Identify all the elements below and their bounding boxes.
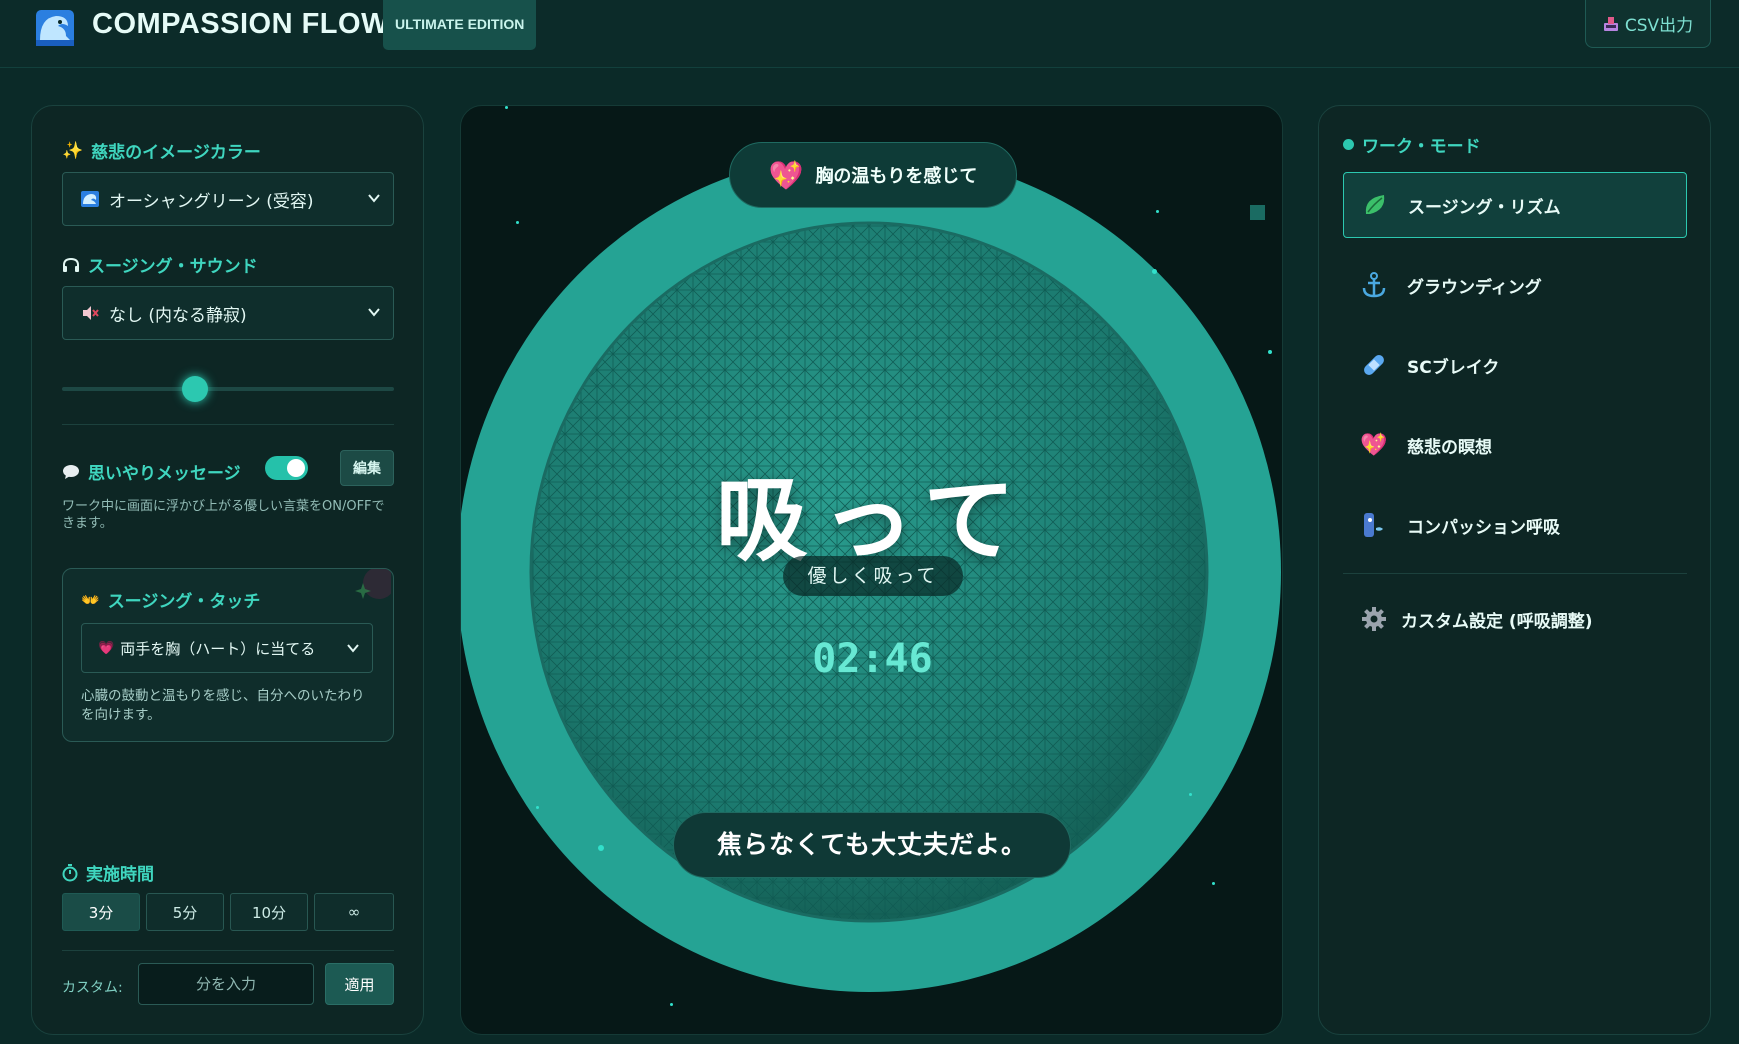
muted-speaker-icon bbox=[83, 306, 99, 320]
duration-section-label: 実施時間 bbox=[62, 860, 154, 885]
breathing-person-icon bbox=[1364, 513, 1383, 537]
touch-hint: 心臓の鼓動と温もりを感じ、自分へのいたわりを向けます。 bbox=[81, 688, 365, 723]
anchor-icon bbox=[1362, 272, 1386, 298]
mode-grounding[interactable]: グラウンディング bbox=[1343, 252, 1687, 318]
sparkles-icon: ✨ bbox=[62, 140, 84, 161]
touch-select[interactable]: 💗 両手を胸（ハート）に当てる bbox=[81, 623, 373, 673]
color-section-label: ✨ 慈悲のイメージカラー bbox=[62, 140, 261, 164]
chevron-down-icon bbox=[368, 194, 380, 203]
custom-minutes-input[interactable] bbox=[138, 963, 314, 1005]
duration-button-infinite[interactable]: ∞ bbox=[314, 893, 394, 931]
duration-button-10[interactable]: 10分 bbox=[230, 893, 308, 931]
duration-button-5[interactable]: 5分 bbox=[146, 893, 224, 931]
app-title: COMPASSION FLOW bbox=[92, 8, 389, 40]
chevron-down-icon bbox=[347, 644, 359, 653]
headphones-icon bbox=[63, 257, 79, 272]
message-section-label: 思いやりメッセージ bbox=[62, 459, 241, 484]
speech-bubble-icon bbox=[63, 464, 79, 479]
volume-slider-thumb[interactable] bbox=[181, 376, 208, 402]
app-header: COMPASSION FLOW ULTIMATE EDITION CSV出力 bbox=[0, 0, 1739, 68]
particle-square bbox=[1250, 205, 1265, 220]
sound-select-value: なし (内なる静寂) bbox=[109, 305, 247, 326]
mode-soothing-rhythm[interactable]: スージング・リズム bbox=[1343, 172, 1687, 238]
csv-button-label: CSV出力 bbox=[1624, 16, 1694, 36]
duration-button-3[interactable]: 3分 bbox=[62, 893, 140, 931]
sound-section-label: スージング・サウンド bbox=[62, 252, 258, 277]
toggle-knob bbox=[287, 459, 305, 477]
mode-section-label: ワーク・モード bbox=[1343, 132, 1481, 157]
wave-logo-icon bbox=[36, 10, 74, 46]
soothing-touch-card: 👐 スージング・タッチ 💗 両手を胸（ハート）に当てる 心臓の鼓動と温もりを感じ… bbox=[62, 568, 394, 742]
particle bbox=[670, 1003, 673, 1006]
particle bbox=[536, 806, 539, 809]
particle bbox=[1156, 210, 1159, 213]
mode-compassion-breathing[interactable]: コンパッション呼吸 bbox=[1343, 492, 1687, 558]
chevron-down-icon bbox=[368, 308, 380, 317]
color-select[interactable]: オーシャングリーン (受容) bbox=[62, 172, 394, 226]
volume-slider-track[interactable] bbox=[62, 387, 394, 391]
sparkle-decoration-icon bbox=[355, 569, 391, 599]
guidance-text: 胸の温もりを感じて bbox=[815, 166, 978, 187]
edition-badge: ULTIMATE EDITION bbox=[383, 0, 537, 50]
particle bbox=[1268, 350, 1272, 354]
breath-phase-subtitle: 優しく吸って bbox=[783, 556, 963, 596]
particle bbox=[1189, 793, 1192, 796]
particle bbox=[1212, 882, 1215, 885]
message-toggle[interactable] bbox=[265, 456, 308, 480]
edit-messages-button[interactable]: 編集 bbox=[340, 450, 394, 486]
session-timer: 02:46 bbox=[812, 636, 933, 682]
hands-icon: 👐 bbox=[81, 590, 100, 609]
breathing-stage: 💖 胸の温もりを感じて 吸って 優しく吸って 02:46 焦らなくても大丈夫だよ… bbox=[460, 105, 1283, 1035]
particle bbox=[516, 221, 519, 224]
touch-select-value: 両手を胸（ハート）に当てる bbox=[120, 639, 316, 658]
gear-icon bbox=[1362, 607, 1386, 631]
divider bbox=[1343, 573, 1687, 574]
leaf-icon bbox=[1365, 195, 1385, 214]
particle bbox=[598, 845, 604, 851]
apply-button[interactable]: 適用 bbox=[325, 963, 394, 1005]
custom-duration-label: カスタム: bbox=[62, 980, 123, 996]
sparkling-heart-icon: 💖 bbox=[768, 158, 804, 192]
sound-select[interactable]: なし (内なる静寂) bbox=[62, 286, 394, 340]
color-select-value: オーシャングリーン (受容) bbox=[109, 191, 314, 212]
guidance-pill: 💖 胸の温もりを感じて bbox=[729, 142, 1017, 208]
wave-icon bbox=[81, 191, 99, 207]
divider bbox=[62, 950, 394, 951]
compassion-message: 焦らなくても大丈夫だよ。 bbox=[673, 812, 1071, 878]
csv-export-button[interactable]: CSV出力 bbox=[1585, 0, 1711, 48]
message-hint: ワーク中に画面に浮かび上がる優しい言葉をON/OFFできます。 bbox=[62, 499, 385, 531]
bandage-icon bbox=[1364, 355, 1384, 375]
divider bbox=[62, 424, 394, 425]
mode-loving-kindness[interactable]: 💖 慈悲の瞑想 bbox=[1343, 412, 1687, 478]
heart-icon: 💗 bbox=[98, 640, 115, 656]
mode-panel: ワーク・モード スージング・リズム グラウンディング SCブレイク 💖 慈悲の瞑… bbox=[1318, 105, 1711, 1035]
mode-sc-break[interactable]: SCブレイク bbox=[1343, 332, 1687, 398]
stopwatch-icon bbox=[62, 863, 78, 881]
settings-panel: ✨ 慈悲のイメージカラー オーシャングリーン (受容) スージング・サウンド な… bbox=[31, 105, 424, 1035]
inbox-tray-icon bbox=[1603, 16, 1618, 31]
particle bbox=[505, 106, 508, 109]
dot-icon bbox=[1343, 139, 1354, 150]
touch-section-label: 👐 スージング・タッチ bbox=[81, 590, 261, 613]
custom-settings-button[interactable]: カスタム設定 (呼吸調整) bbox=[1343, 586, 1687, 652]
sparkling-heart-icon: 💖 bbox=[1360, 432, 1388, 458]
particle bbox=[1152, 269, 1157, 274]
